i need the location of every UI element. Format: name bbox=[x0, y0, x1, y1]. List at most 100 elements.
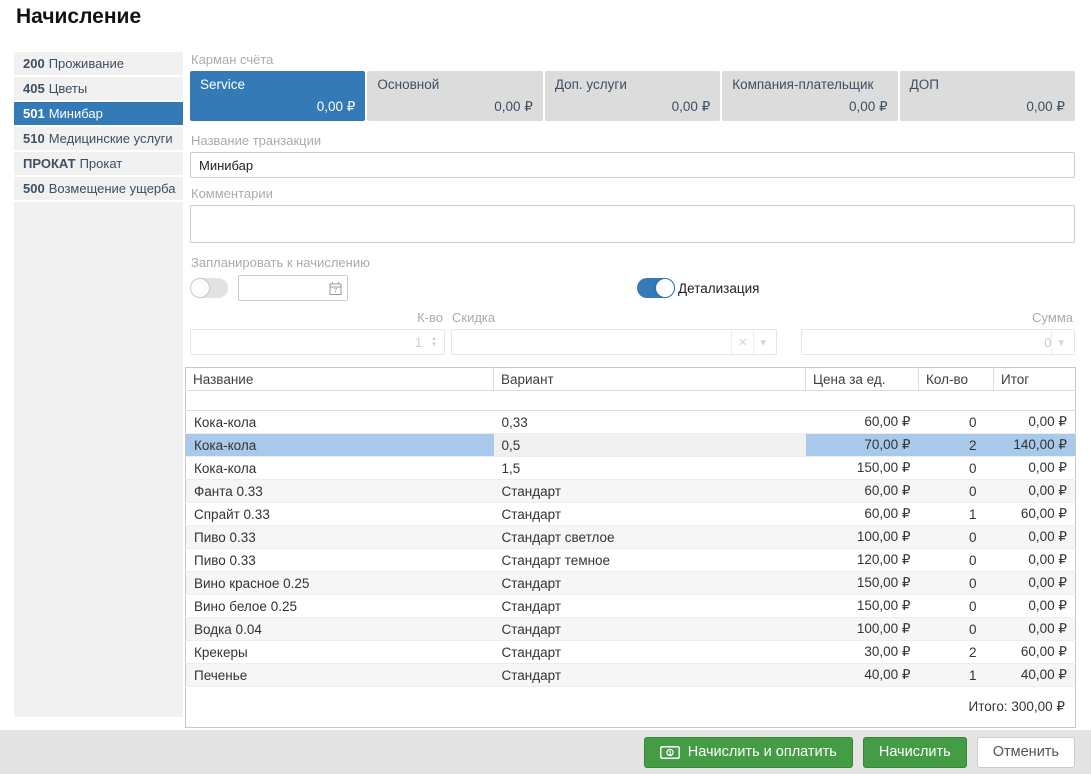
pocket-tab-amount: 0,00 ₽ bbox=[200, 99, 355, 115]
table-row[interactable]: Фанта 0.33Стандарт60,00 ₽00,00 ₽ bbox=[186, 480, 1076, 503]
schedule-toggle[interactable] bbox=[190, 278, 228, 298]
table-row[interactable]: Пиво 0.33Стандарт светлое100,00 ₽00,00 ₽ bbox=[186, 526, 1076, 549]
cell-name: Спрайт 0.33 bbox=[186, 503, 494, 526]
cell-name: Вино красное 0.25 bbox=[186, 572, 494, 595]
sidebar-item-501[interactable]: 501Минибар bbox=[14, 102, 183, 127]
cell-price: 150,00 ₽ bbox=[806, 457, 919, 480]
table-row[interactable]: Спрайт 0.33Стандарт60,00 ₽160,00 ₽ bbox=[186, 503, 1076, 526]
column-header: Цена за ед. bbox=[806, 368, 919, 391]
svg-text:1: 1 bbox=[668, 750, 672, 756]
sidebar-item-510[interactable]: 510 Медицинские услуги bbox=[14, 127, 183, 152]
cell-price: 100,00 ₽ bbox=[806, 526, 919, 549]
comments-label: Комментарии bbox=[191, 186, 1075, 201]
sidebar-item-500[interactable]: 500Возмещение ущерба bbox=[14, 177, 183, 202]
pocket-tab[interactable]: ДОП0,00 ₽ bbox=[900, 71, 1075, 121]
cell-name: Фанта 0.33 bbox=[186, 480, 494, 503]
table-footer-row: Итого: 300,00 ₽ bbox=[186, 687, 1076, 728]
charge-and-pay-button[interactable]: 1 Начислить и оплатить bbox=[644, 737, 853, 768]
cell-price: 70,00 ₽ bbox=[806, 434, 919, 457]
toggle-knob bbox=[656, 279, 674, 297]
chevron-down-icon: ▾ bbox=[753, 330, 772, 354]
cell-variant: Стандарт светлое bbox=[494, 526, 806, 549]
charge-button[interactable]: Начислить bbox=[863, 737, 967, 768]
table-row[interactable]: Пиво 0.33Стандарт темное120,00 ₽00,00 ₽ bbox=[186, 549, 1076, 572]
cell-price: 150,00 ₽ bbox=[806, 595, 919, 618]
pocket-tab[interactable]: Service 0,00 ₽ bbox=[190, 71, 365, 121]
column-header: Вариант bbox=[494, 368, 806, 391]
sidebar-item-прокат[interactable]: ПРОКАТПрокат bbox=[14, 152, 183, 177]
column-header: Название bbox=[186, 368, 494, 391]
cell-qty: 0 bbox=[919, 411, 994, 434]
cell-qty: 0 bbox=[919, 480, 994, 503]
cell-total: 0,00 ₽ bbox=[994, 526, 1076, 549]
qty-input: 1 ▲▼ bbox=[190, 329, 445, 355]
pocket-tab-name: Компания-плательщик bbox=[732, 77, 887, 92]
comments-input[interactable] bbox=[190, 205, 1075, 243]
detalization-control: Детализация bbox=[637, 274, 759, 302]
cancel-button[interactable]: Отменить bbox=[977, 737, 1075, 768]
detalization-label: Детализация bbox=[678, 281, 759, 296]
pocket-tab[interactable]: Основной 0,00 ₽ bbox=[367, 71, 542, 121]
pocket-tab-name: Service bbox=[200, 77, 355, 92]
cancel-label: Отменить bbox=[993, 744, 1059, 760]
cell-qty: 0 bbox=[919, 618, 994, 641]
cell-qty: 2 bbox=[919, 434, 994, 457]
cell-qty: 0 bbox=[919, 526, 994, 549]
sidebar-item-405[interactable]: 405Цветы bbox=[14, 77, 183, 102]
schedule-label: Запланировать к начислению bbox=[191, 255, 1075, 270]
sidebar-item-label: Цветы bbox=[49, 81, 87, 96]
cell-name: Пиво 0.33 bbox=[186, 526, 494, 549]
detalization-toggle[interactable] bbox=[637, 278, 675, 298]
sidebar-item-200[interactable]: 200Проживание bbox=[14, 52, 183, 77]
table-empty-row bbox=[186, 391, 1076, 411]
page-title: Начисление bbox=[16, 5, 141, 29]
table-row[interactable]: Кока-кола0,570,00 ₽2140,00 ₽ bbox=[186, 434, 1076, 457]
cell-total: 0,00 ₽ bbox=[994, 480, 1076, 503]
cell-qty: 1 bbox=[919, 664, 994, 687]
pocket-tabs: Service 0,00 ₽ Основной 0,00 ₽ Доп. услуги0,… bbox=[190, 71, 1075, 121]
cell-price: 60,00 ₽ bbox=[806, 411, 919, 434]
table-row[interactable]: КрекерыСтандарт30,00 ₽260,00 ₽ bbox=[186, 641, 1076, 664]
cell-variant: Стандарт bbox=[494, 595, 806, 618]
schedule-date-input[interactable]: 7 bbox=[238, 275, 348, 301]
schedule-section: Запланировать к начислению 7 Детализация bbox=[190, 255, 1075, 302]
cell-total: 0,00 ₽ bbox=[994, 549, 1076, 572]
pocket-tab-amount: 0,00 ₽ bbox=[377, 99, 532, 115]
cell-total: 60,00 ₽ bbox=[994, 641, 1076, 664]
column-header: Итог bbox=[994, 368, 1076, 391]
table-row[interactable]: Водка 0.04Стандарт100,00 ₽00,00 ₽ bbox=[186, 618, 1076, 641]
table-empty-cell bbox=[186, 391, 1076, 411]
table-row[interactable]: Вино красное 0.25Стандарт150,00 ₽00,00 ₽ bbox=[186, 572, 1076, 595]
table-total: Итого: 300,00 ₽ bbox=[186, 687, 1076, 728]
table-row[interactable]: ПеченьеСтандарт40,00 ₽140,00 ₽ bbox=[186, 664, 1076, 687]
qty-spinner-icon: ▲▼ bbox=[428, 336, 440, 348]
sidebar-item-code: 510 bbox=[23, 131, 45, 146]
table-row[interactable]: Кока-кола0,3360,00 ₽00,00 ₽ bbox=[186, 411, 1076, 434]
main-panel: Карман счёта Service0,00 ₽Основной0,00 ₽… bbox=[190, 52, 1075, 728]
table-row[interactable]: Вино белое 0.25Стандарт150,00 ₽00,00 ₽ bbox=[186, 595, 1076, 618]
qty-value: 1 bbox=[199, 335, 422, 350]
cell-name: Кока-кола bbox=[186, 411, 494, 434]
cell-variant: Стандарт темное bbox=[494, 549, 806, 572]
cell-total: 60,00 ₽ bbox=[994, 503, 1076, 526]
cell-qty: 1 bbox=[919, 503, 994, 526]
cell-total: 0,00 ₽ bbox=[994, 618, 1076, 641]
cell-variant: 0,33 bbox=[494, 411, 806, 434]
cell-variant: Стандарт bbox=[494, 480, 806, 503]
pocket-tab[interactable]: Компания-плательщик0,00 ₽ bbox=[722, 71, 897, 121]
clear-icon: ✕ bbox=[731, 330, 753, 354]
cell-price: 150,00 ₽ bbox=[806, 572, 919, 595]
sidebar-item-code: ПРОКАТ bbox=[23, 156, 76, 171]
transaction-name-input[interactable] bbox=[190, 152, 1075, 178]
sidebar: 200Проживание405Цветы501Минибар 510 Медици… bbox=[14, 52, 183, 717]
cell-qty: 0 bbox=[919, 595, 994, 618]
banknote-icon: 1 bbox=[660, 746, 680, 759]
pocket-tab-amount: 0,00 ₽ bbox=[910, 99, 1065, 115]
quick-inputs-row: К-во 1 ▲▼ Скидка ✕ ▾ Сумма 0 ▾ bbox=[190, 310, 1075, 355]
pocket-tab[interactable]: Доп. услуги0,00 ₽ bbox=[545, 71, 720, 121]
pocket-tab-name: Основной bbox=[377, 77, 532, 92]
cell-price: 100,00 ₽ bbox=[806, 618, 919, 641]
table-row[interactable]: Кока-кола1,5150,00 ₽00,00 ₽ bbox=[186, 457, 1076, 480]
cell-name: Пиво 0.33 bbox=[186, 549, 494, 572]
sidebar-item-label: Медицинские услуги bbox=[49, 131, 173, 146]
